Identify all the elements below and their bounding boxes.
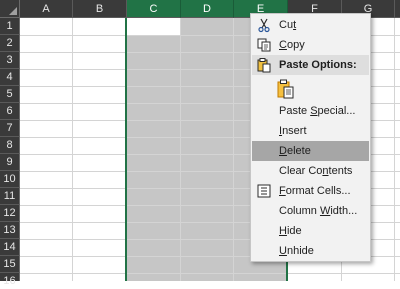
row-header[interactable]: 1 — [0, 18, 20, 35]
menu-item-label: Copy — [279, 39, 305, 51]
menu-item-cut[interactable]: Cut — [252, 15, 369, 35]
menu-item-unhide[interactable]: Unhide — [252, 241, 369, 261]
column-header-a[interactable]: A — [20, 0, 73, 18]
select-all-triangle-icon — [9, 7, 17, 15]
menu-item-copy[interactable]: Copy — [252, 35, 369, 55]
gridline — [233, 18, 234, 281]
format-cells-icon — [256, 183, 272, 199]
paste-options-header: Paste Options: — [252, 55, 369, 75]
row-header[interactable]: 4 — [0, 69, 20, 86]
row-header[interactable]: 8 — [0, 137, 20, 154]
menu-item-insert[interactable]: Insert — [252, 121, 369, 141]
menu-item-label: Format Cells... — [279, 185, 351, 197]
active-cell[interactable] — [127, 18, 180, 35]
row-header[interactable]: 12 — [0, 205, 20, 222]
row-header[interactable]: 7 — [0, 120, 20, 137]
select-all-button[interactable] — [0, 0, 20, 18]
menu-item-label: Paste Options: — [279, 59, 357, 71]
menu-item-delete[interactable]: Delete — [252, 141, 369, 161]
row-header[interactable]: 5 — [0, 86, 20, 103]
gridline — [394, 18, 395, 281]
row-header[interactable]: 15 — [0, 256, 20, 273]
clipboard-icon — [277, 79, 295, 99]
row-header[interactable]: 2 — [0, 35, 20, 52]
menu-item-hide[interactable]: Hide — [252, 221, 369, 241]
menu-item-label: Unhide — [279, 245, 314, 257]
row-header[interactable]: 14 — [0, 239, 20, 256]
scissors-icon — [256, 17, 272, 33]
menu-item-label: Cut — [279, 19, 297, 31]
row-header[interactable]: 16 — [0, 273, 20, 287]
menu-item-paste-special[interactable]: Paste Special... — [252, 101, 369, 121]
row-header[interactable]: 10 — [0, 171, 20, 188]
paste-icon — [256, 57, 272, 73]
column-header-c[interactable]: C — [127, 0, 181, 18]
copy-icon — [256, 37, 272, 53]
context-menu: Cut Copy Paste Options: Paste Special...… — [250, 13, 371, 262]
column-header-h-partial[interactable] — [395, 0, 400, 18]
row-header[interactable]: 6 — [0, 103, 20, 120]
column-header-d[interactable]: D — [181, 0, 234, 18]
row-header[interactable]: 13 — [0, 222, 20, 239]
menu-item-clear-contents[interactable]: Clear Contents — [252, 161, 369, 181]
menu-item-label: Column Width... — [279, 205, 358, 217]
row-header[interactable]: 9 — [0, 154, 20, 171]
paste-option-keep-source-button[interactable] — [252, 75, 369, 101]
menu-item-label: Clear Contents — [279, 165, 353, 177]
menu-item-label: Paste Special... — [279, 105, 356, 117]
row-header[interactable]: 3 — [0, 52, 20, 69]
menu-item-label: Insert — [279, 125, 307, 137]
gridline — [20, 273, 400, 274]
menu-item-label: Hide — [279, 225, 302, 237]
selection-border-left — [125, 18, 127, 281]
gridline — [180, 18, 181, 281]
menu-item-label: Delete — [279, 145, 311, 157]
gridline — [72, 18, 73, 281]
menu-item-format-cells[interactable]: Format Cells... — [252, 181, 369, 201]
row-header[interactable]: 11 — [0, 188, 20, 205]
column-header-b[interactable]: B — [73, 0, 127, 18]
menu-item-column-width[interactable]: Column Width... — [252, 201, 369, 221]
